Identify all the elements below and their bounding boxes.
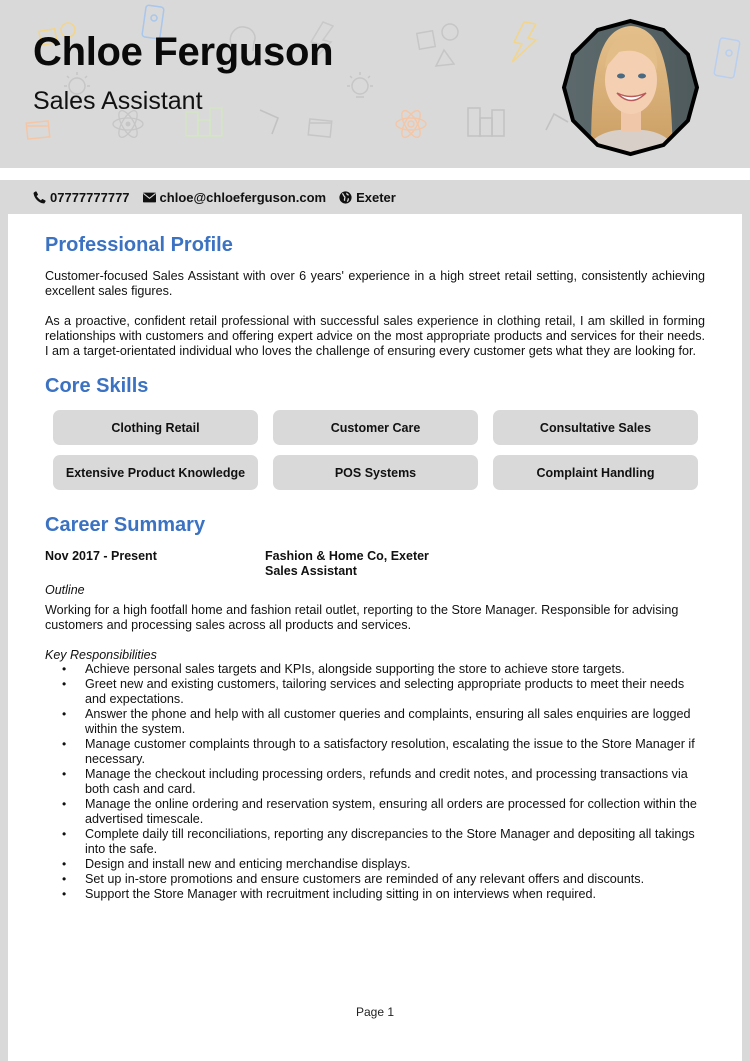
outline-label: Outline xyxy=(45,583,85,597)
angle-icon xyxy=(259,109,280,135)
skill-badge: POS Systems xyxy=(273,455,478,490)
responsibility-item: Design and install new and enticing merc… xyxy=(45,857,705,872)
candidate-name: Chloe Ferguson xyxy=(33,30,334,74)
responsibilities-list: Achieve personal sales targets and KPIs,… xyxy=(45,662,705,902)
skills-grid: Clothing Retail Customer Care Consultati… xyxy=(53,410,705,490)
contact-location: Exeter xyxy=(339,190,396,205)
profile-photo-frame xyxy=(561,18,700,157)
responsibility-item: Set up in-store promotions and ensure cu… xyxy=(45,872,705,887)
contact-phone[interactable]: 07777777777 xyxy=(33,190,130,205)
globe-icon xyxy=(339,190,352,204)
job-role: Sales Assistant xyxy=(265,564,357,578)
job-outline: Working for a high footfall home and fas… xyxy=(45,603,679,632)
responsibility-item: Achieve personal sales targets and KPIs,… xyxy=(45,662,705,677)
email-address: chloe@chloeferguson.com xyxy=(159,189,327,205)
skill-badge: Extensive Product Knowledge xyxy=(53,455,258,490)
responsibility-item: Manage customer complaints through to a … xyxy=(45,737,705,767)
mobile-location-icon xyxy=(713,37,741,79)
page-border-right xyxy=(742,214,750,1061)
resume-header: Chloe Ferguson Sales Assistant xyxy=(0,0,750,168)
job-employer-block: Fashion & Home Co, Exeter Sales Assistan… xyxy=(265,549,429,579)
contact-bar: 07777777777 chloe@chloeferguson.com Exet… xyxy=(0,180,750,214)
location-text: Exeter xyxy=(356,189,396,205)
responsibility-item: Manage the online ordering and reservati… xyxy=(45,797,705,827)
candidate-job-title: Sales Assistant xyxy=(33,87,203,115)
responsibility-item: Manage the checkout including processing… xyxy=(45,767,705,797)
responsibilities-label: Key Responsibilities xyxy=(45,648,157,662)
job-header: Nov 2017 - Present Fashion & Home Co, Ex… xyxy=(45,549,705,579)
professional-profile-section: Professional Profile Customer-focused Sa… xyxy=(45,234,705,359)
browser-window-icon xyxy=(307,118,333,138)
skill-badge: Consultative Sales xyxy=(493,410,698,445)
profile-paragraph: As a proactive, confident retail profess… xyxy=(45,314,705,358)
envelope-icon xyxy=(142,192,156,202)
section-heading: Professional Profile xyxy=(45,234,233,256)
core-skills-section: Core Skills Clothing Retail Customer Car… xyxy=(45,375,705,490)
section-heading: Core Skills xyxy=(45,375,149,397)
section-heading: Career Summary xyxy=(45,514,206,536)
page-border-left xyxy=(0,214,8,1061)
career-summary-section: Career Summary Nov 2017 - Present Fashio… xyxy=(45,514,705,902)
shapes-icon xyxy=(415,23,459,67)
contact-email[interactable]: chloe@chloeferguson.com xyxy=(142,189,327,205)
skill-badge: Complaint Handling xyxy=(493,455,698,490)
skill-badge: Customer Care xyxy=(273,410,478,445)
lightbulb-icon xyxy=(347,72,373,98)
phone-number: 07777777777 xyxy=(50,189,130,205)
responsibility-item: Greet new and existing customers, tailor… xyxy=(45,677,705,707)
phone-icon xyxy=(33,190,46,203)
job-entry: Nov 2017 - Present Fashion & Home Co, Ex… xyxy=(45,549,705,902)
atom-icon xyxy=(395,109,427,139)
resume-body: Professional Profile Customer-focused Sa… xyxy=(45,234,705,902)
profile-photo xyxy=(561,18,700,157)
browser-window-icon xyxy=(25,120,51,140)
job-dates: Nov 2017 - Present xyxy=(45,549,157,563)
responsibility-item: Answer the phone and help with all custo… xyxy=(45,707,705,737)
skill-badge: Clothing Retail xyxy=(53,410,258,445)
lightning-icon xyxy=(511,21,538,63)
profile-paragraph: Customer-focused Sales Assistant with ov… xyxy=(45,269,705,298)
page-number: Page 1 xyxy=(355,1005,395,1019)
responsibility-item: Complete daily till reconciliations, rep… xyxy=(45,827,705,857)
buildings-icon xyxy=(467,107,505,137)
responsibility-item: Support the Store Manager with recruitme… xyxy=(45,887,705,902)
job-employer: Fashion & Home Co, Exeter xyxy=(265,549,429,563)
